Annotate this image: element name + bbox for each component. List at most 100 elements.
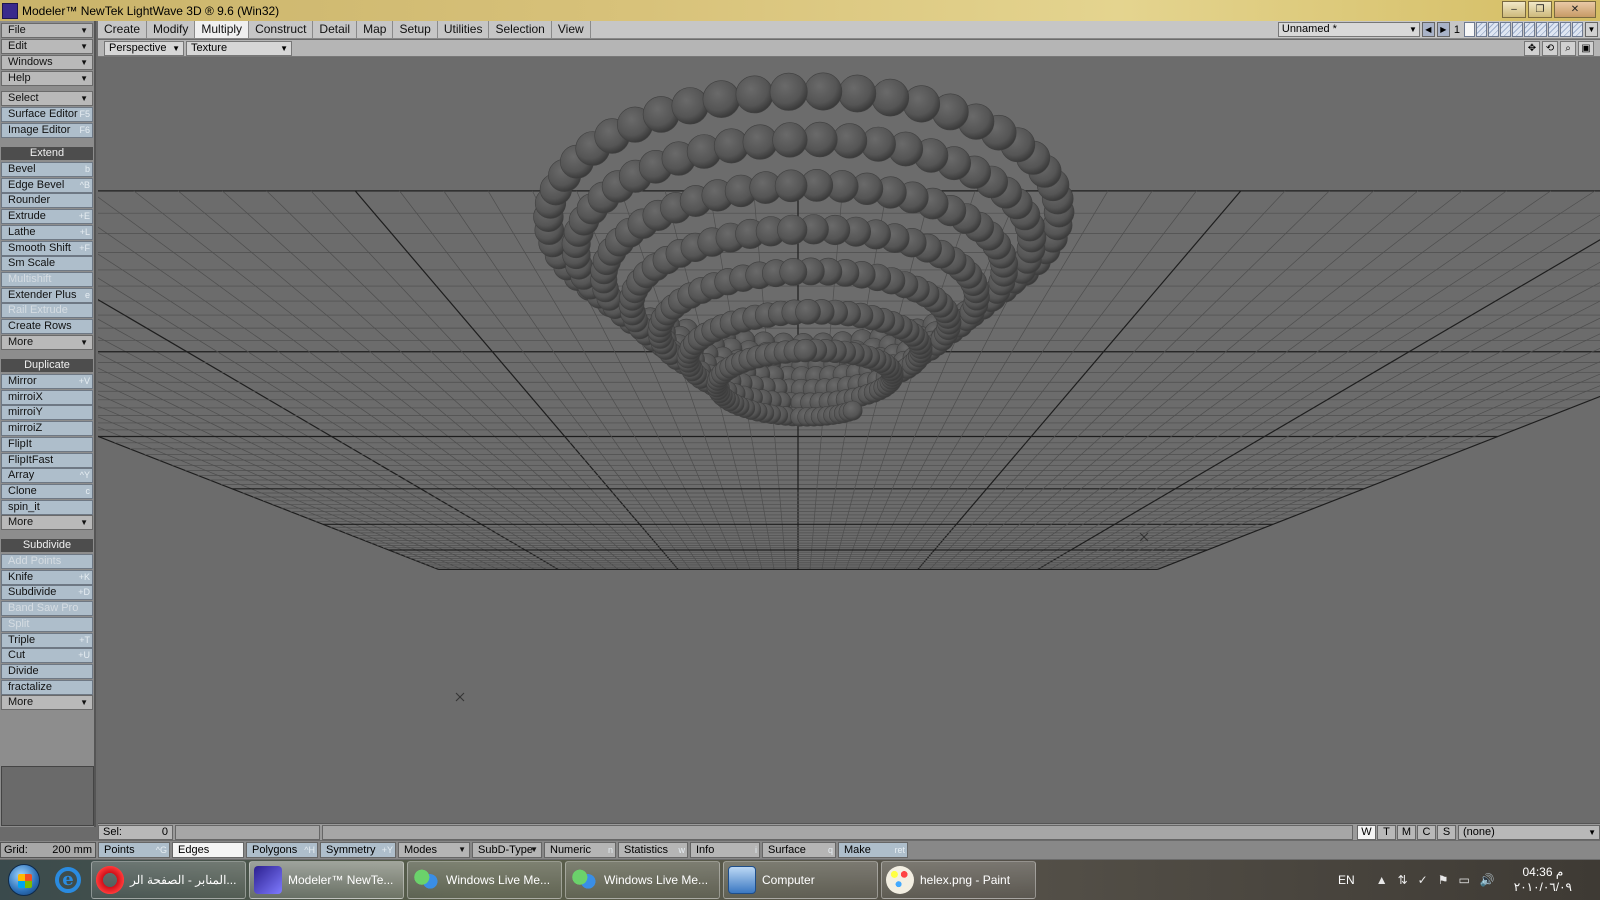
view-toggle-t-button[interactable]: T bbox=[1377, 824, 1396, 840]
taskbar-item[interactable]: Windows Live Me... bbox=[565, 861, 720, 899]
layer-button[interactable] bbox=[1512, 22, 1523, 37]
layer-button[interactable] bbox=[1500, 22, 1511, 37]
tool-fractalize-button[interactable]: fractalize bbox=[1, 679, 93, 695]
tool-smooth-shift-button[interactable]: Smooth Shift +F bbox=[1, 240, 93, 256]
taskbar-item[interactable]: Modeler™ NewTe... bbox=[249, 861, 404, 899]
tool-split-button[interactable]: Split bbox=[1, 616, 93, 632]
tool-edge-bevel-button[interactable]: Edge Bevel ^B bbox=[1, 177, 93, 193]
symmetry-button[interactable]: Symmetry +Y bbox=[320, 842, 396, 858]
numeric-button[interactable]: Numeric n bbox=[544, 842, 616, 858]
object-selector[interactable]: Unnamed * ▼ bbox=[1277, 22, 1420, 37]
tool-array-button[interactable]: Array ^Y bbox=[1, 468, 93, 484]
make-button[interactable]: Make ret bbox=[838, 842, 908, 858]
file-menu[interactable]: File ▼ bbox=[1, 23, 93, 38]
windows-menu[interactable]: Windows ▼ bbox=[1, 55, 93, 70]
extend-more-menu[interactable]: More ▼ bbox=[1, 334, 93, 350]
start-button[interactable] bbox=[0, 860, 48, 900]
tool-mirroiz-button[interactable]: mirroiZ bbox=[1, 421, 93, 437]
tool-lathe-button[interactable]: Lathe +L bbox=[1, 224, 93, 240]
polygons-mode-button[interactable]: Polygons ^H bbox=[246, 842, 318, 858]
taskbar-item[interactable]: Computer bbox=[723, 861, 878, 899]
tab-construct[interactable]: Construct bbox=[249, 21, 314, 38]
tool-flipitfast-button[interactable]: FlipItFast bbox=[1, 452, 93, 468]
view-toggle-w-button[interactable]: W bbox=[1357, 824, 1376, 840]
display-icon[interactable]: ▭ bbox=[1458, 873, 1469, 887]
taskbar-item[interactable]: المنابر - الصفحة الر... bbox=[91, 861, 246, 899]
internet-explorer-pin[interactable]: e bbox=[48, 861, 88, 899]
lightwave-app-icon[interactable] bbox=[2, 2, 18, 19]
tab-modify[interactable]: Modify bbox=[147, 21, 196, 38]
tool-extrude-button[interactable]: Extrude +E bbox=[1, 209, 93, 225]
maximize-viewport-icon[interactable]: ▣ bbox=[1578, 40, 1594, 56]
edges-mode-button[interactable]: Edges bbox=[172, 842, 244, 858]
close-button[interactable]: ✕ bbox=[1554, 1, 1596, 18]
layer-button[interactable] bbox=[1536, 22, 1547, 37]
tool-cut-button[interactable]: Cut +U bbox=[1, 648, 93, 664]
tool-band-saw-pro-button[interactable]: Band Saw Pro bbox=[1, 601, 93, 617]
zoom-icon[interactable]: ⌕ bbox=[1560, 40, 1576, 56]
layer-button[interactable] bbox=[1488, 22, 1499, 37]
select-menu[interactable]: Select ▼ bbox=[1, 91, 93, 106]
volume-icon[interactable]: 🔊 bbox=[1480, 873, 1495, 887]
tool-mirror-button[interactable]: Mirror +V bbox=[1, 374, 93, 389]
restore-button[interactable]: ❐ bbox=[1528, 1, 1552, 18]
layer-button[interactable] bbox=[1476, 22, 1487, 37]
tab-selection[interactable]: Selection bbox=[489, 21, 552, 38]
tab-setup[interactable]: Setup bbox=[393, 21, 438, 38]
tool-triple-button[interactable]: Triple +T bbox=[1, 632, 93, 648]
surface-filter-dropdown[interactable]: (none) ▼ bbox=[1458, 824, 1600, 840]
help-menu[interactable]: Help ▼ bbox=[1, 71, 93, 86]
tool-mirroiy-button[interactable]: mirroiY bbox=[1, 405, 93, 421]
view-mode-dropdown[interactable]: Perspective ▼ bbox=[104, 40, 184, 56]
tab-detail[interactable]: Detail bbox=[313, 21, 358, 38]
rotate-icon[interactable]: ⟲ bbox=[1542, 40, 1558, 56]
tool-knife-button[interactable]: Knife +K bbox=[1, 569, 93, 585]
language-indicator[interactable]: EN bbox=[1338, 873, 1355, 887]
subdivide-more-menu[interactable]: More ▼ bbox=[1, 695, 93, 711]
tab-multiply[interactable]: Multiply bbox=[195, 21, 250, 38]
tab-create[interactable]: Create bbox=[98, 21, 148, 38]
duplicate-more-menu[interactable]: More ▼ bbox=[1, 515, 93, 531]
statistics-button[interactable]: Statistics w bbox=[618, 842, 688, 858]
tool-add-points-button[interactable]: Add Points bbox=[1, 554, 93, 569]
points-mode-button[interactable]: Points ^G bbox=[98, 842, 170, 858]
layer-button[interactable] bbox=[1548, 22, 1559, 37]
layer-button[interactable] bbox=[1464, 22, 1475, 37]
next-object-button[interactable]: ▶ bbox=[1436, 22, 1450, 37]
layer-button[interactable] bbox=[1524, 22, 1535, 37]
tool-extender-plus-button[interactable]: Extender Plus e bbox=[1, 287, 93, 303]
layer-button[interactable] bbox=[1560, 22, 1571, 37]
tab-map[interactable]: Map bbox=[357, 21, 394, 38]
tool-create-rows-button[interactable]: Create Rows bbox=[1, 319, 93, 334]
tool-flipit-button[interactable]: FlipIt bbox=[1, 436, 93, 452]
perspective-viewport[interactable] bbox=[98, 58, 1600, 823]
surface-button[interactable]: Surface q bbox=[762, 842, 836, 858]
view-toggle-s-button[interactable]: S bbox=[1437, 824, 1456, 840]
prev-object-button[interactable]: ◀ bbox=[1421, 22, 1435, 37]
info-button[interactable]: Info i bbox=[690, 842, 760, 858]
modes-dropdown[interactable]: Modes ▼ bbox=[398, 842, 470, 858]
action-center-flag-icon[interactable]: ⚑ bbox=[1438, 873, 1449, 887]
layer-button[interactable] bbox=[1572, 22, 1583, 37]
tab-utilities[interactable]: Utilities bbox=[438, 21, 490, 38]
tool-subdivide-button[interactable]: Subdivide +D bbox=[1, 585, 93, 601]
render-mode-dropdown[interactable]: Texture ▼ bbox=[186, 40, 292, 56]
taskbar-item[interactable]: Windows Live Me... bbox=[407, 861, 562, 899]
tool-mirroix-button[interactable]: mirroiX bbox=[1, 389, 93, 405]
tool-bevel-button[interactable]: Bevel b bbox=[1, 162, 93, 177]
antivirus-icon[interactable]: ✓ bbox=[1418, 873, 1428, 887]
image-editor-button[interactable]: Image Editor F6 bbox=[1, 123, 93, 138]
tool-spin-it-button[interactable]: spin_it bbox=[1, 499, 93, 515]
system-clock[interactable]: 04:36 م ٢٠١٠/٠٦/٠٩ bbox=[1514, 865, 1572, 895]
layers-dropdown-button[interactable]: ▼ bbox=[1585, 22, 1598, 37]
tool-divide-button[interactable]: Divide bbox=[1, 663, 93, 679]
view-toggle-c-button[interactable]: C bbox=[1417, 824, 1436, 840]
minimize-button[interactable]: – bbox=[1502, 1, 1526, 18]
network-activity-icon[interactable]: ⇅ bbox=[1398, 873, 1408, 887]
tool-clone-button[interactable]: Clone c bbox=[1, 483, 93, 499]
tool-rail-extrude-button[interactable]: Rail Extrude bbox=[1, 303, 93, 319]
taskbar-item[interactable]: helex.png - Paint bbox=[881, 861, 1036, 899]
tab-view[interactable]: View bbox=[552, 21, 591, 38]
tool-multishift-button[interactable]: Multishift bbox=[1, 271, 93, 287]
view-toggle-m-button[interactable]: M bbox=[1397, 824, 1416, 840]
